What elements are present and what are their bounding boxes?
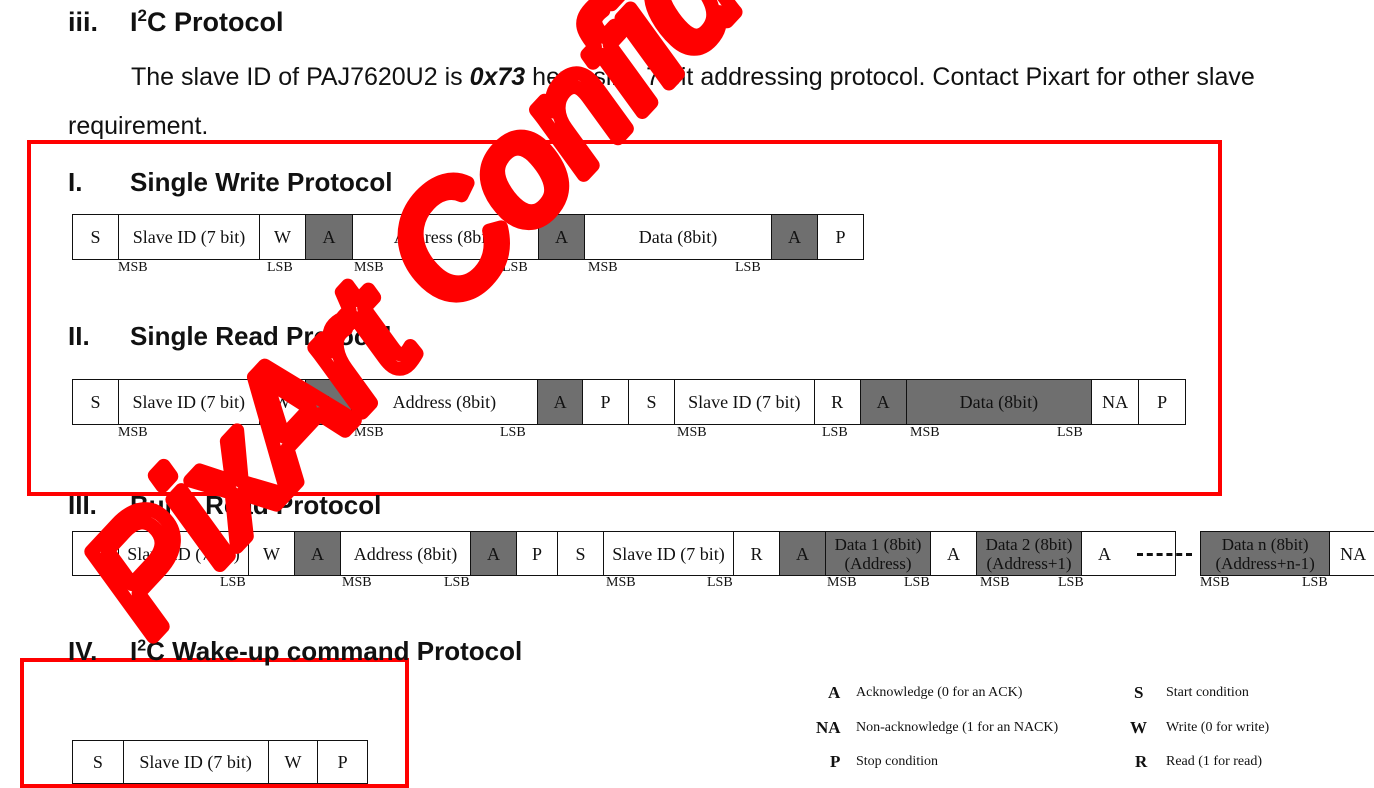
frame-cell: S <box>73 380 119 424</box>
frame-cell-ack: A <box>471 532 517 575</box>
frame-cell-data-1: Data 1 (8bit) (Address) <box>826 532 931 575</box>
section-number: iii. <box>68 7 99 37</box>
bit-tick: MSB <box>980 575 1010 590</box>
legend-symbol: R <box>1135 752 1148 771</box>
legend-text: Start condition <box>1166 685 1249 700</box>
frame-cell-data: Data (8bit) <box>906 380 1093 424</box>
frame-cell: Slave ID (7 bit) <box>119 380 260 424</box>
bit-tick: LSB <box>1302 575 1328 590</box>
continuation-dashes <box>1137 553 1192 556</box>
frame-cell: A <box>931 532 977 575</box>
bit-tick: LSB <box>267 425 293 440</box>
bit-tick: LSB <box>822 425 848 440</box>
frame-cell: S <box>73 215 119 259</box>
burst-read-frame-part1: S Slave ID (7 bit) W A Address (8bit) A … <box>72 531 1176 576</box>
burst-read-frame-part2: Data n (8bit) (Address+n-1) NA <box>1200 531 1374 576</box>
frame-cell: NA <box>1092 380 1140 424</box>
frame-cell: Data (8bit) <box>585 215 772 259</box>
section-heading-i2c-protocol: iii. I2C Protocol <box>68 6 284 37</box>
legend-text: Non-acknowledge (1 for an NACK) <box>856 720 1059 735</box>
bit-tick: LSB <box>267 260 293 275</box>
frame-cell: R <box>815 380 861 424</box>
single-write-frame: S Slave ID (7 bit) W A Address (8bit) A … <box>72 214 864 260</box>
frame-cell: R <box>734 532 780 575</box>
bit-tick: LSB <box>444 575 470 590</box>
legend-symbol: NA <box>816 718 841 737</box>
legend-text: Stop condition <box>856 754 939 769</box>
frame-cell-ack: A <box>539 215 585 259</box>
legend-text: Acknowledge (0 for an ACK) <box>856 685 1023 700</box>
frame-cell: W <box>269 741 319 783</box>
frame-cell: P <box>1157 392 1168 412</box>
bit-tick: LSB <box>1058 575 1084 590</box>
slave-id-hex: 0x73 <box>469 63 526 91</box>
frame-cell-data-n: Data n (8bit) (Address+n-1) <box>1201 532 1331 575</box>
intro-paragraph-line1: The slave ID of PAJ7620U2 is 0x73 hex us… <box>131 63 1255 91</box>
legend-text: Read (1 for read) <box>1166 754 1263 769</box>
bit-tick: MSB <box>342 575 372 590</box>
frame-cell-ack: A <box>538 380 584 424</box>
bit-tick: LSB <box>707 575 733 590</box>
legend-symbol: W <box>1130 718 1147 737</box>
bit-tick: LSB <box>1057 425 1083 440</box>
legend-symbol: A <box>828 683 841 702</box>
frame-cell-ack: A <box>860 380 907 424</box>
frame-cell-ack: A <box>306 215 353 259</box>
bit-tick: MSB <box>118 425 148 440</box>
legend-symbol: S <box>1134 683 1144 702</box>
frame-cell: S <box>629 380 675 424</box>
bit-tick: MSB <box>1200 575 1230 590</box>
frame-cell-ack: A <box>305 380 352 424</box>
frame-cell: Slave ID (7 bit) <box>119 532 249 575</box>
frame-cell: NA <box>1340 543 1367 564</box>
frame-cell: S <box>73 532 119 575</box>
frame-cell: A <box>1098 543 1111 564</box>
single-read-frame: S Slave ID (7 bit) W A Address (8bit) A … <box>72 379 1186 425</box>
frame-cell-data-2: Data 2 (8bit) (Address+1) <box>977 532 1082 575</box>
bit-tick: LSB <box>904 575 930 590</box>
bit-tick: MSB <box>827 575 857 590</box>
frame-cell: Address (8bit) <box>352 380 539 424</box>
legend-text: Write (0 for write) <box>1166 720 1270 735</box>
frame-cell-ack: A <box>780 532 826 575</box>
frame-cell: Slave ID (7 bit) <box>675 380 815 424</box>
frame-cell: Slave ID (7 bit) <box>124 741 269 783</box>
frame-cell: P <box>583 380 630 424</box>
frame-cell: S <box>73 741 124 783</box>
frame-cell: Address (8bit) <box>341 532 471 575</box>
section-heading-burst-read: III. Burst Read Protocol <box>68 490 382 520</box>
bit-tick: MSB <box>354 260 384 275</box>
section-heading-single-write: I. Single Write Protocol <box>68 167 393 197</box>
bit-tick: LSB <box>502 260 528 275</box>
frame-cell: Slave ID (7 bit) <box>119 215 260 259</box>
frame-cell-ack: A <box>772 215 818 259</box>
bit-tick: MSB <box>677 425 707 440</box>
frame-cell-ack: A <box>295 532 341 575</box>
frame-cell: Slave ID (7 bit) <box>604 532 734 575</box>
bit-tick: LSB <box>220 575 246 590</box>
frame-cell: P <box>517 532 558 575</box>
frame-cell: P <box>337 752 348 772</box>
frame-cell: P <box>835 227 846 247</box>
bit-tick: LSB <box>500 425 526 440</box>
wakeup-frame: S Slave ID (7 bit) W P <box>72 740 368 784</box>
legend-symbol: P <box>830 752 841 771</box>
frame-cell: S <box>558 532 604 575</box>
bit-tick: MSB <box>606 575 636 590</box>
frame-cell: W <box>260 380 306 424</box>
bit-tick: MSB <box>354 425 384 440</box>
section-heading-wakeup: IV. I2C Wake-up command Protocol <box>68 636 523 666</box>
frame-cell: Address (8bit) <box>353 215 539 259</box>
frame-cell: W <box>260 215 306 259</box>
bit-tick: MSB <box>118 260 148 275</box>
section-heading-single-read: II. Single Read Protocol <box>68 321 392 351</box>
bit-tick: MSB <box>588 260 618 275</box>
bit-tick: MSB <box>118 575 148 590</box>
intro-paragraph-line2: requirement. <box>68 112 209 140</box>
bit-tick: MSB <box>910 425 940 440</box>
bit-tick: LSB <box>735 260 761 275</box>
frame-cell: W <box>249 532 295 575</box>
